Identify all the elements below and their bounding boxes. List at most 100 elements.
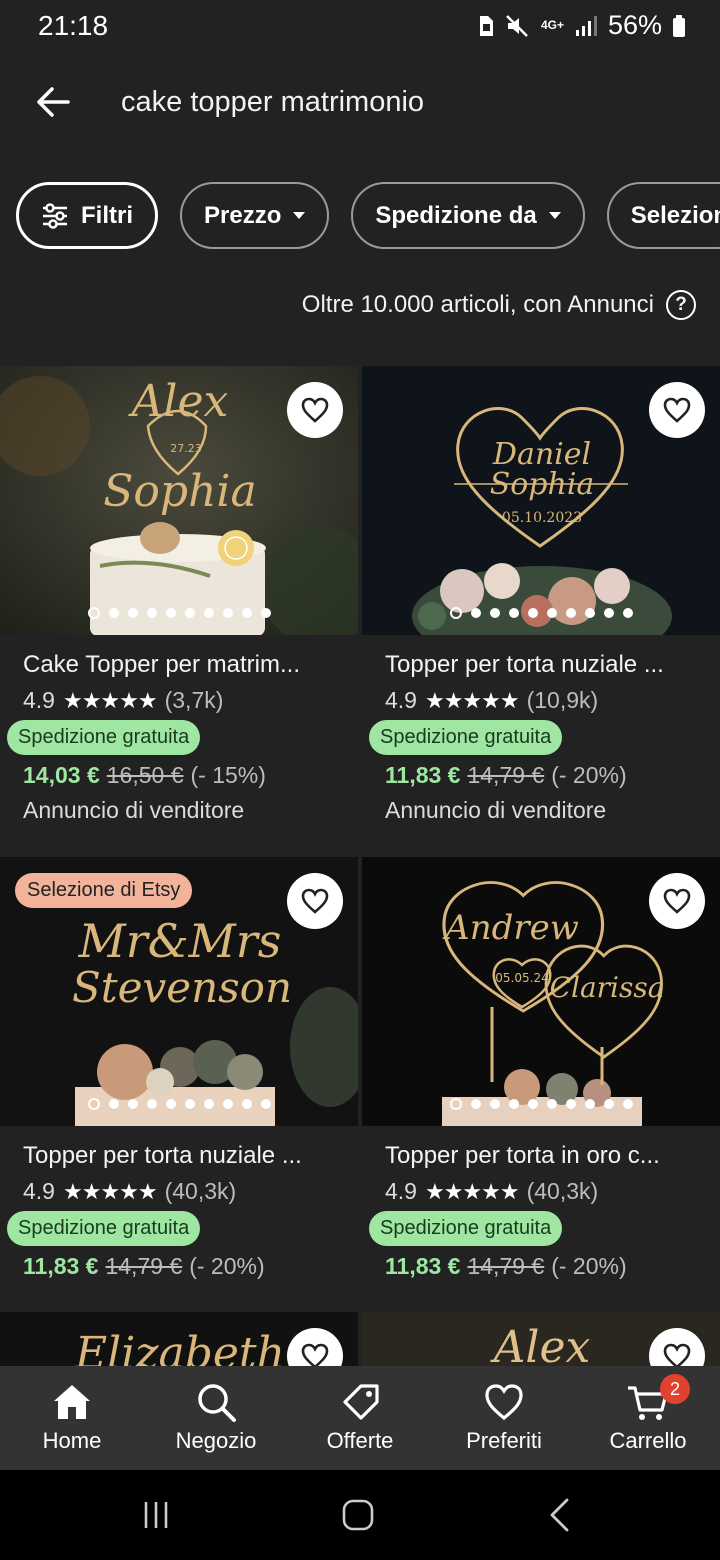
- product-grid: Alex Sophia 27.23 Cake Topper per matrim…: [0, 366, 720, 1366]
- mute-icon: [506, 14, 528, 37]
- filters-chip-label: Filtri: [81, 201, 133, 229]
- product-image[interactable]: Alex Sophia 27.23: [0, 366, 358, 635]
- product-card[interactable]: Mr&Mrs Stevenson Selezione di Etsy Toppe…: [0, 857, 358, 1287]
- status-time: 21:18: [38, 10, 109, 41]
- price-chip[interactable]: Prezzo: [180, 182, 330, 249]
- ad-label: Annuncio di venditore: [23, 797, 245, 823]
- favorite-button[interactable]: [287, 873, 343, 929]
- image-carousel-dots: [362, 607, 720, 619]
- status-bar: 21:18 4G+ 56%: [0, 0, 720, 56]
- nav-favorites[interactable]: Preferiti: [432, 1366, 576, 1470]
- recent-apps-icon[interactable]: [142, 1500, 172, 1530]
- ships-from-chip-label: Spedizione da: [375, 201, 537, 229]
- nav-favorites-label: Preferiti: [466, 1428, 542, 1453]
- original-price: 14,79 €: [105, 1253, 183, 1279]
- filter-sliders-icon: [43, 202, 67, 229]
- nav-shop-label: Negozio: [175, 1428, 257, 1453]
- image-text: Stevenson: [72, 963, 292, 1012]
- ad-label: Annuncio di venditore: [385, 797, 607, 823]
- nav-home-label: Home: [42, 1428, 102, 1453]
- free-shipping-badge: Spedizione gratuita: [369, 720, 563, 755]
- product-title[interactable]: Cake Topper per matrim...: [23, 651, 338, 679]
- product-rating: 4.9 ★★★★★ (40,3k): [385, 1178, 720, 1205]
- heart-icon: [301, 888, 329, 914]
- search-icon: [198, 1384, 236, 1422]
- back-arrow-icon[interactable]: [34, 82, 74, 122]
- system-navigation-bar: [0, 1470, 720, 1560]
- favorite-button[interactable]: [649, 873, 705, 929]
- product-card[interactable]: Alex: [362, 1312, 720, 1366]
- chevron-down-icon: [548, 212, 561, 219]
- heart-icon: [663, 397, 691, 423]
- favorite-button[interactable]: [287, 382, 343, 438]
- product-price: 11,83 € 14,79 € (- 20%): [385, 762, 720, 789]
- product-rating: 4.9 ★★★★★ (3,7k): [23, 687, 358, 714]
- image-carousel-dots: [0, 607, 358, 619]
- product-image[interactable]: Mr&Mrs Stevenson Selezione di Etsy: [0, 857, 358, 1126]
- nav-cart[interactable]: Carrello 2: [576, 1366, 720, 1470]
- heart-icon: [663, 1343, 691, 1366]
- product-card[interactable]: Andrew 05.05.24 Clarissa Topper per tort…: [362, 857, 720, 1287]
- image-text: Sophia: [103, 466, 256, 517]
- product-image[interactable]: Andrew 05.05.24 Clarissa: [362, 857, 720, 1126]
- home-nav-icon[interactable]: [342, 1499, 374, 1531]
- bottom-navigation: Home Negozio Offerte Preferiti Carrello …: [0, 1366, 720, 1470]
- product-card[interactable]: Daniel Sophia 05.10.2023 Topper per tort…: [362, 366, 720, 836]
- original-price: 16,50 €: [106, 762, 184, 788]
- free-shipping-badge: Spedizione gratuita: [7, 720, 201, 755]
- product-card[interactable]: Alex Sophia 27.23 Cake Topper per matrim…: [0, 366, 358, 836]
- discount: (- 15%): [190, 762, 266, 788]
- stars-icon: ★★★★★: [62, 687, 158, 713]
- heart-icon: [663, 888, 691, 914]
- nav-shop[interactable]: Negozio: [144, 1366, 288, 1470]
- review-count: (3,7k): [164, 687, 224, 713]
- discount: (- 20%): [551, 1253, 627, 1279]
- price-chip-label: Prezzo: [204, 201, 282, 229]
- status-icons: 4G+ 56%: [477, 10, 686, 41]
- battery-percent: 56%: [607, 10, 662, 40]
- rating-value: 4.9: [23, 687, 55, 713]
- image-text: Elizabeth: [74, 1328, 285, 1366]
- current-price: 11,83 €: [23, 1253, 99, 1279]
- product-image[interactable]: Elizabeth: [0, 1312, 358, 1366]
- product-price: 11,83 € 14,79 € (- 20%): [23, 1253, 358, 1280]
- rating-value: 4.9: [385, 1178, 417, 1204]
- current-price: 11,83 €: [385, 1253, 461, 1279]
- ships-from-chip[interactable]: Spedizione da: [351, 182, 585, 249]
- product-title[interactable]: Topper per torta nuziale ...: [23, 1142, 338, 1170]
- back-nav-icon[interactable]: [548, 1498, 572, 1532]
- current-price: 11,83 €: [385, 762, 461, 788]
- image-text: Andrew: [442, 908, 579, 948]
- free-shipping-badge: Spedizione gratuita: [369, 1211, 563, 1246]
- nav-deals[interactable]: Offerte: [288, 1366, 432, 1470]
- product-info: Cake Topper per matrim... 4.9 ★★★★★ (3,7…: [0, 651, 358, 824]
- filters-chip[interactable]: Filtri: [16, 182, 158, 249]
- image-text: 05.10.2023: [502, 510, 582, 526]
- product-price: 14,03 € 16,50 € (- 15%): [23, 762, 358, 789]
- heart-icon: [485, 1384, 523, 1421]
- product-info: Topper per torta in oro c... 4.9 ★★★★★ (…: [362, 1142, 720, 1280]
- product-info: Topper per torta nuziale ... 4.9 ★★★★★ (…: [362, 651, 720, 824]
- etsy-pick-badge: Selezione di Etsy: [15, 873, 193, 908]
- sim-card-icon: [479, 15, 493, 36]
- product-title[interactable]: Topper per torta nuziale ...: [385, 651, 700, 679]
- signal-icon: [575, 15, 597, 36]
- product-image[interactable]: Alex: [362, 1312, 720, 1366]
- favorite-button[interactable]: [649, 382, 705, 438]
- original-price: 14,79 €: [467, 762, 545, 788]
- tag-icon: [343, 1384, 379, 1420]
- free-shipping-badge: Spedizione gratuita: [7, 1211, 201, 1246]
- discount: (- 20%): [551, 762, 627, 788]
- stars-icon: ★★★★★: [424, 1178, 520, 1204]
- search-query[interactable]: cake topper matrimonio: [121, 86, 424, 119]
- image-text: 27.23: [170, 442, 202, 455]
- product-card[interactable]: Elizabeth: [0, 1312, 358, 1366]
- product-info: Topper per torta nuziale ... 4.9 ★★★★★ (…: [0, 1142, 358, 1280]
- product-image[interactable]: Daniel Sophia 05.10.2023: [362, 366, 720, 635]
- selection-chip[interactable]: Selezion: [606, 182, 720, 249]
- rating-value: 4.9: [385, 687, 417, 713]
- product-title[interactable]: Topper per torta in oro c...: [385, 1142, 700, 1170]
- help-icon[interactable]: ?: [666, 290, 696, 320]
- image-carousel-dots: [362, 1098, 720, 1110]
- nav-home[interactable]: Home: [0, 1366, 144, 1470]
